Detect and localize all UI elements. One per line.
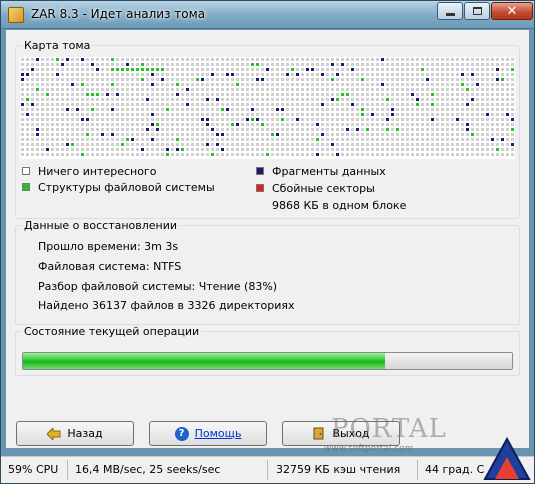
status-separator xyxy=(417,460,418,480)
volume-map-group: Карта тома Ничего интересного Структуры … xyxy=(15,39,520,219)
status-speed: 16,4 MB/sec, 25 seeks/sec xyxy=(75,463,221,476)
help-icon: ? xyxy=(174,426,189,441)
progress-fill xyxy=(23,353,385,369)
legend-bad-sub: 9868 КБ в одном блоке xyxy=(272,199,407,212)
legend-fs-swatch xyxy=(22,183,30,191)
minimize-button[interactable] xyxy=(437,2,463,20)
file-system: Файловая система: NTFS xyxy=(38,260,182,273)
maximize-button[interactable] xyxy=(464,2,490,20)
back-arrow-icon xyxy=(47,427,61,440)
operation-progress-bar xyxy=(22,352,513,370)
legend-data-swatch xyxy=(256,167,264,175)
volume-map-grid xyxy=(20,57,515,159)
close-icon: ✕ xyxy=(506,3,518,19)
legend-bad: Сбойные секторы 9868 КБ в одном блоке xyxy=(256,182,406,212)
elapsed-time: Прошло времени: 3m 3s xyxy=(38,240,179,253)
status-separator xyxy=(67,460,68,480)
legend-fs-label: Структуры файловой системы xyxy=(38,181,215,194)
corner-logo xyxy=(483,436,531,480)
status-bar: 59% CPU 16,4 MB/sec, 25 seeks/sec 32759 … xyxy=(1,456,534,483)
back-button-label: Назад xyxy=(67,427,103,440)
help-button-label: Помощь xyxy=(194,427,242,440)
operation-status-group: Состояние текущей операции xyxy=(15,325,520,376)
zar-app-icon xyxy=(8,7,24,23)
minimize-icon xyxy=(445,12,455,16)
volume-map-title: Карта тома xyxy=(22,39,93,52)
legend-empty-label: Ничего интересного xyxy=(38,165,157,178)
files-found: Найдено 36137 файлов в 3326 директориях xyxy=(38,299,295,312)
watermark-text: PORTAL xyxy=(331,414,447,444)
operation-status-title: Состояние текущей операции xyxy=(22,325,202,338)
legend-empty: Ничего интересного xyxy=(22,165,156,178)
recovery-info-title: Данные о восстановлении xyxy=(22,219,180,232)
window-title: ZAR 8.3 - Идет анализ тома xyxy=(31,7,206,21)
back-button[interactable]: Назад xyxy=(16,421,134,446)
status-cache: 32759 КБ кэш чтения xyxy=(276,463,401,476)
status-cpu: 59% CPU xyxy=(8,463,59,476)
legend-empty-swatch xyxy=(22,167,30,175)
recovery-info-group: Данные о восстановлении Прошло времени: … xyxy=(15,219,520,325)
app-window: ZAR 8.3 - Идет анализ тома ✕ Карта тома … xyxy=(0,0,535,484)
exit-door-icon xyxy=(312,427,326,440)
legend-fs: Структуры файловой системы xyxy=(22,181,215,194)
close-button[interactable]: ✕ xyxy=(491,2,533,20)
legend-bad-swatch xyxy=(256,184,264,192)
title-bar[interactable]: ZAR 8.3 - Идет анализ тома ✕ xyxy=(1,1,534,29)
main-panel: Карта тома Ничего интересного Структуры … xyxy=(6,30,529,448)
help-button[interactable]: ? Помощь xyxy=(149,421,267,446)
fs-parse-status: Разбор файловой системы: Чтение (83%) xyxy=(38,280,278,293)
watermark-url: www.softportal.com xyxy=(324,444,414,454)
maximize-icon xyxy=(472,7,482,15)
status-separator xyxy=(267,460,268,480)
legend-bad-label: Сбойные секторы xyxy=(272,182,375,195)
legend-data: Фрагменты данных xyxy=(256,165,386,178)
legend-data-label: Фрагменты данных xyxy=(272,165,386,178)
